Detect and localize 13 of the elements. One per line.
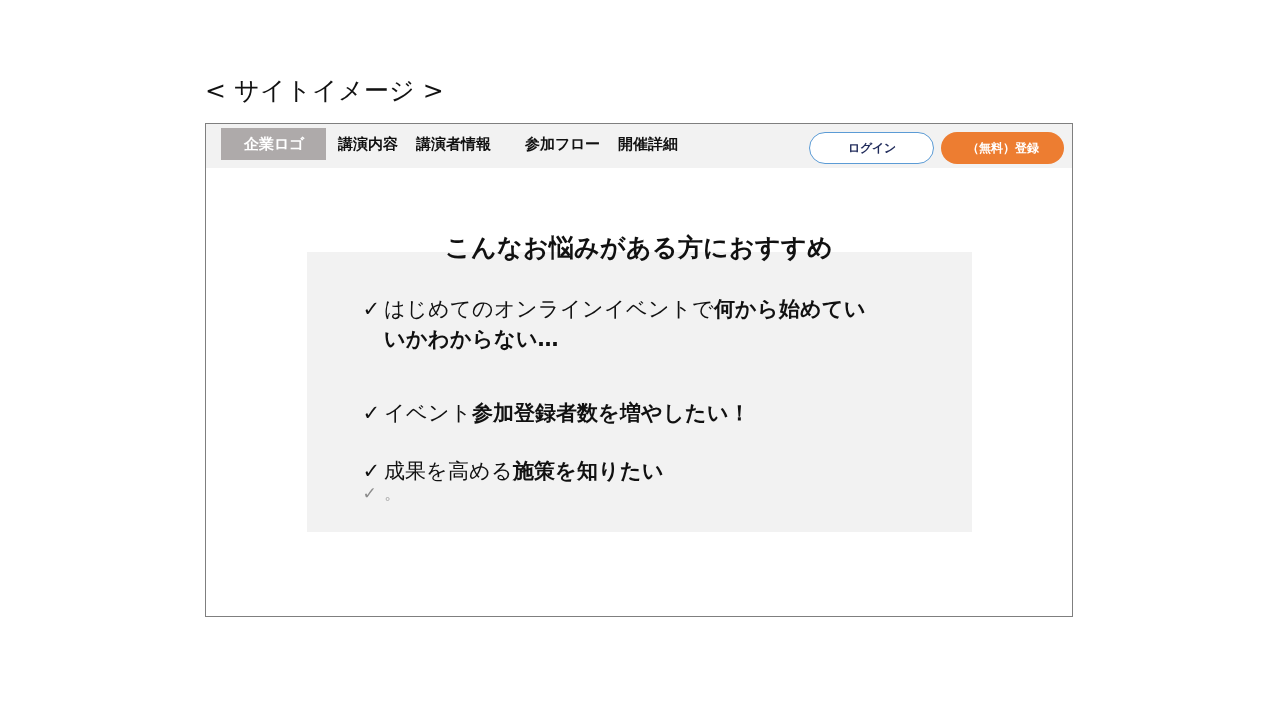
check-icon: ✓ bbox=[362, 294, 384, 354]
nav-link[interactable]: 講演内容 bbox=[338, 134, 398, 154]
nav-link[interactable]: 開催詳細 bbox=[618, 134, 678, 154]
list-text: はじめてのオンラインイベントで何から始めていいかわからない… bbox=[383, 296, 867, 353]
slide-title: < サイトイメージ > bbox=[205, 75, 445, 107]
nav-link[interactable]: 講演者情報 bbox=[416, 134, 491, 154]
login-button[interactable]: ログイン bbox=[809, 132, 934, 164]
list-text: 成果を高める施策を知りたい bbox=[383, 458, 665, 485]
list-text: イベント参加登録者数を増やしたい！ bbox=[383, 400, 751, 427]
list-text: 。 bbox=[383, 482, 402, 504]
section-heading: こんなお悩みがある方におすすめ bbox=[445, 232, 833, 264]
nav-link[interactable]: 参加フロー bbox=[525, 134, 600, 154]
check-icon: ✓ bbox=[362, 398, 384, 428]
